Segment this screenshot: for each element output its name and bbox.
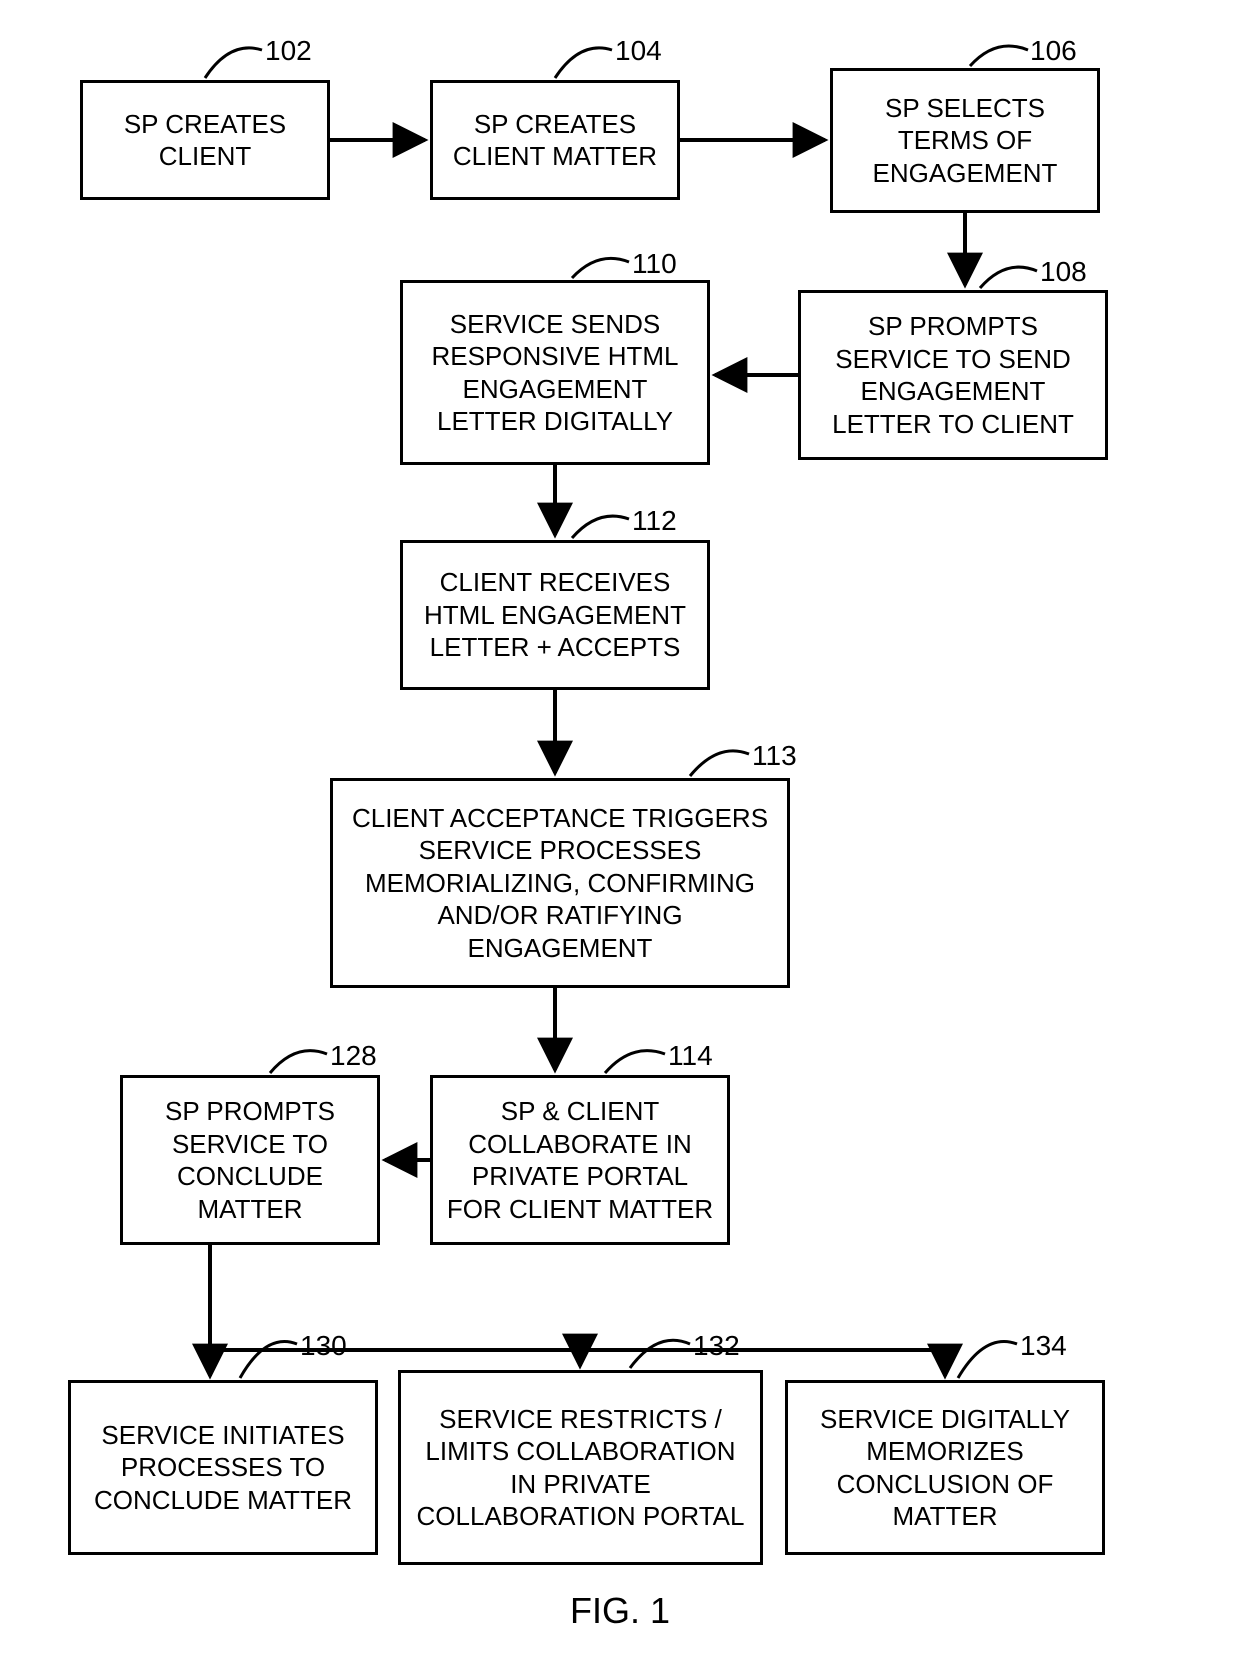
flow-box-130: SERVICE INITIATES PROCESSES TO CONCLUDE …: [68, 1380, 378, 1555]
flow-box-112: CLIENT RECEIVES HTML ENGAGEMENT LETTER +…: [400, 540, 710, 690]
box-text: SP PROMPTS SERVICE TO SEND ENGAGEMENT LE…: [811, 310, 1095, 440]
ref-label-134: 134: [1020, 1330, 1067, 1362]
flow-box-134: SERVICE DIGITALLY MEMORIZES CONCLUSION O…: [785, 1380, 1105, 1555]
ref-label-132: 132: [693, 1330, 740, 1362]
ref-label-106: 106: [1030, 35, 1077, 67]
flow-box-114: SP & CLIENT COLLABORATE IN PRIVATE PORTA…: [430, 1075, 730, 1245]
box-text: SERVICE SENDS RESPONSIVE HTML ENGAGEMENT…: [413, 308, 697, 438]
figure-caption: FIG. 1: [570, 1590, 670, 1632]
box-text: CLIENT RECEIVES HTML ENGAGEMENT LETTER +…: [413, 566, 697, 664]
box-text: SP & CLIENT COLLABORATE IN PRIVATE PORTA…: [443, 1095, 717, 1225]
flow-box-104: SP CREATES CLIENT MATTER: [430, 80, 680, 200]
box-text: SERVICE DIGITALLY MEMORIZES CONCLUSION O…: [798, 1403, 1092, 1533]
flow-box-102: SP CREATES CLIENT: [80, 80, 330, 200]
flow-box-106: SP SELECTS TERMS OF ENGAGEMENT: [830, 68, 1100, 213]
flow-box-113: CLIENT ACCEPTANCE TRIGGERS SERVICE PROCE…: [330, 778, 790, 988]
ref-label-112: 112: [632, 505, 677, 537]
box-text: SP CREATES CLIENT: [93, 108, 317, 173]
ref-label-128: 128: [330, 1040, 377, 1072]
ref-label-104: 104: [615, 35, 662, 67]
ref-label-110: 110: [632, 248, 677, 280]
ref-label-102: 102: [265, 35, 312, 67]
box-text: SP PROMPTS SERVICE TO CONCLUDE MATTER: [133, 1095, 367, 1225]
box-text: SP SELECTS TERMS OF ENGAGEMENT: [843, 92, 1087, 190]
box-text: CLIENT ACCEPTANCE TRIGGERS SERVICE PROCE…: [343, 802, 777, 965]
ref-label-108: 108: [1040, 256, 1087, 288]
box-text: SERVICE RESTRICTS / LIMITS COLLABORATION…: [411, 1403, 750, 1533]
ref-label-114: 114: [668, 1040, 713, 1072]
ref-label-113: 113: [752, 740, 797, 772]
flow-box-132: SERVICE RESTRICTS / LIMITS COLLABORATION…: [398, 1370, 763, 1565]
flow-box-110: SERVICE SENDS RESPONSIVE HTML ENGAGEMENT…: [400, 280, 710, 465]
ref-label-130: 130: [300, 1330, 347, 1362]
box-text: SERVICE INITIATES PROCESSES TO CONCLUDE …: [81, 1419, 365, 1517]
box-text: SP CREATES CLIENT MATTER: [443, 108, 667, 173]
flow-box-128: SP PROMPTS SERVICE TO CONCLUDE MATTER: [120, 1075, 380, 1245]
flow-box-108: SP PROMPTS SERVICE TO SEND ENGAGEMENT LE…: [798, 290, 1108, 460]
